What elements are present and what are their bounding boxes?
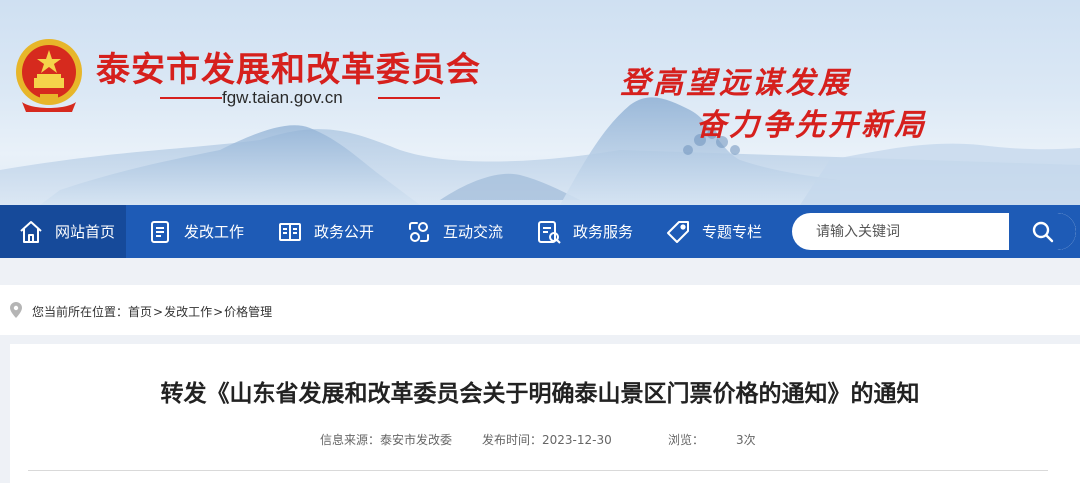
breadcrumb-separator: > — [213, 304, 224, 319]
nav-label-service: 政务服务 — [573, 223, 634, 241]
article-views-label: 浏览： — [668, 433, 705, 447]
slogan-line-1: 登高望远谋发展 — [620, 66, 851, 101]
home-icon — [17, 218, 45, 246]
nav-label-interaction: 互动交流 — [443, 223, 504, 241]
tag-icon — [664, 218, 692, 246]
search-input[interactable] — [792, 213, 1007, 250]
slogan-line-2: 奋力争先开新局 — [696, 108, 927, 143]
national-emblem-icon — [12, 36, 86, 116]
interaction-icon — [405, 218, 433, 246]
location-pin-icon — [10, 302, 22, 321]
nav-label-home: 网站首页 — [55, 223, 116, 241]
divider-left — [160, 97, 222, 99]
nav-item-home[interactable]: 网站首页 — [0, 205, 126, 258]
search-button[interactable] — [1007, 213, 1076, 250]
site-domain: fgw.taian.gov.cn — [222, 88, 343, 107]
site-title: 泰安市发展和改革委员会 — [96, 50, 481, 90]
content-area — [0, 258, 1080, 483]
article-publish-date: 发布时间：2023-12-30 — [482, 433, 612, 447]
breadcrumb-separator: > — [153, 304, 164, 319]
nav-label-public: 政务公开 — [314, 223, 375, 241]
search-box — [792, 213, 1076, 250]
breadcrumb-work[interactable]: 发改工作 — [164, 303, 212, 320]
article-views-count: 3次 — [736, 433, 756, 447]
article-card — [10, 344, 1080, 483]
nav-item-interaction[interactable]: 互动交流 — [405, 205, 503, 258]
nav-label-special: 专题专栏 — [702, 223, 763, 241]
article-divider — [28, 470, 1048, 471]
article-title: 转发《山东省发展和改革委员会关于明确泰山景区门票价格的通知》的通知 — [160, 381, 920, 407]
nav-item-special[interactable]: 专题专栏 — [664, 205, 762, 258]
article-source: 信息来源：泰安市发改委 — [320, 433, 453, 447]
site-banner: 泰安市发展和改革委员会 fgw.taian.gov.cn 登高望远谋发展 奋力争… — [0, 0, 1080, 205]
open-book-icon — [276, 218, 304, 246]
service-list-icon — [535, 218, 563, 246]
search-icon — [1032, 221, 1053, 242]
breadcrumb-home[interactable]: 首页 — [128, 303, 152, 320]
divider-right — [378, 97, 440, 99]
breadcrumb-price[interactable]: 价格管理 — [224, 303, 272, 320]
nav-item-work[interactable]: 发改工作 — [146, 205, 244, 258]
document-list-icon — [146, 218, 174, 246]
nav-label-work: 发改工作 — [184, 223, 245, 241]
breadcrumb: 您当前所在位置： 首页 > 发改工作 > 价格管理 — [10, 302, 272, 321]
nav-item-public[interactable]: 政务公开 — [276, 205, 374, 258]
breadcrumb-prefix: 您当前所在位置： — [32, 305, 129, 319]
nav-item-service[interactable]: 政务服务 — [535, 205, 633, 258]
